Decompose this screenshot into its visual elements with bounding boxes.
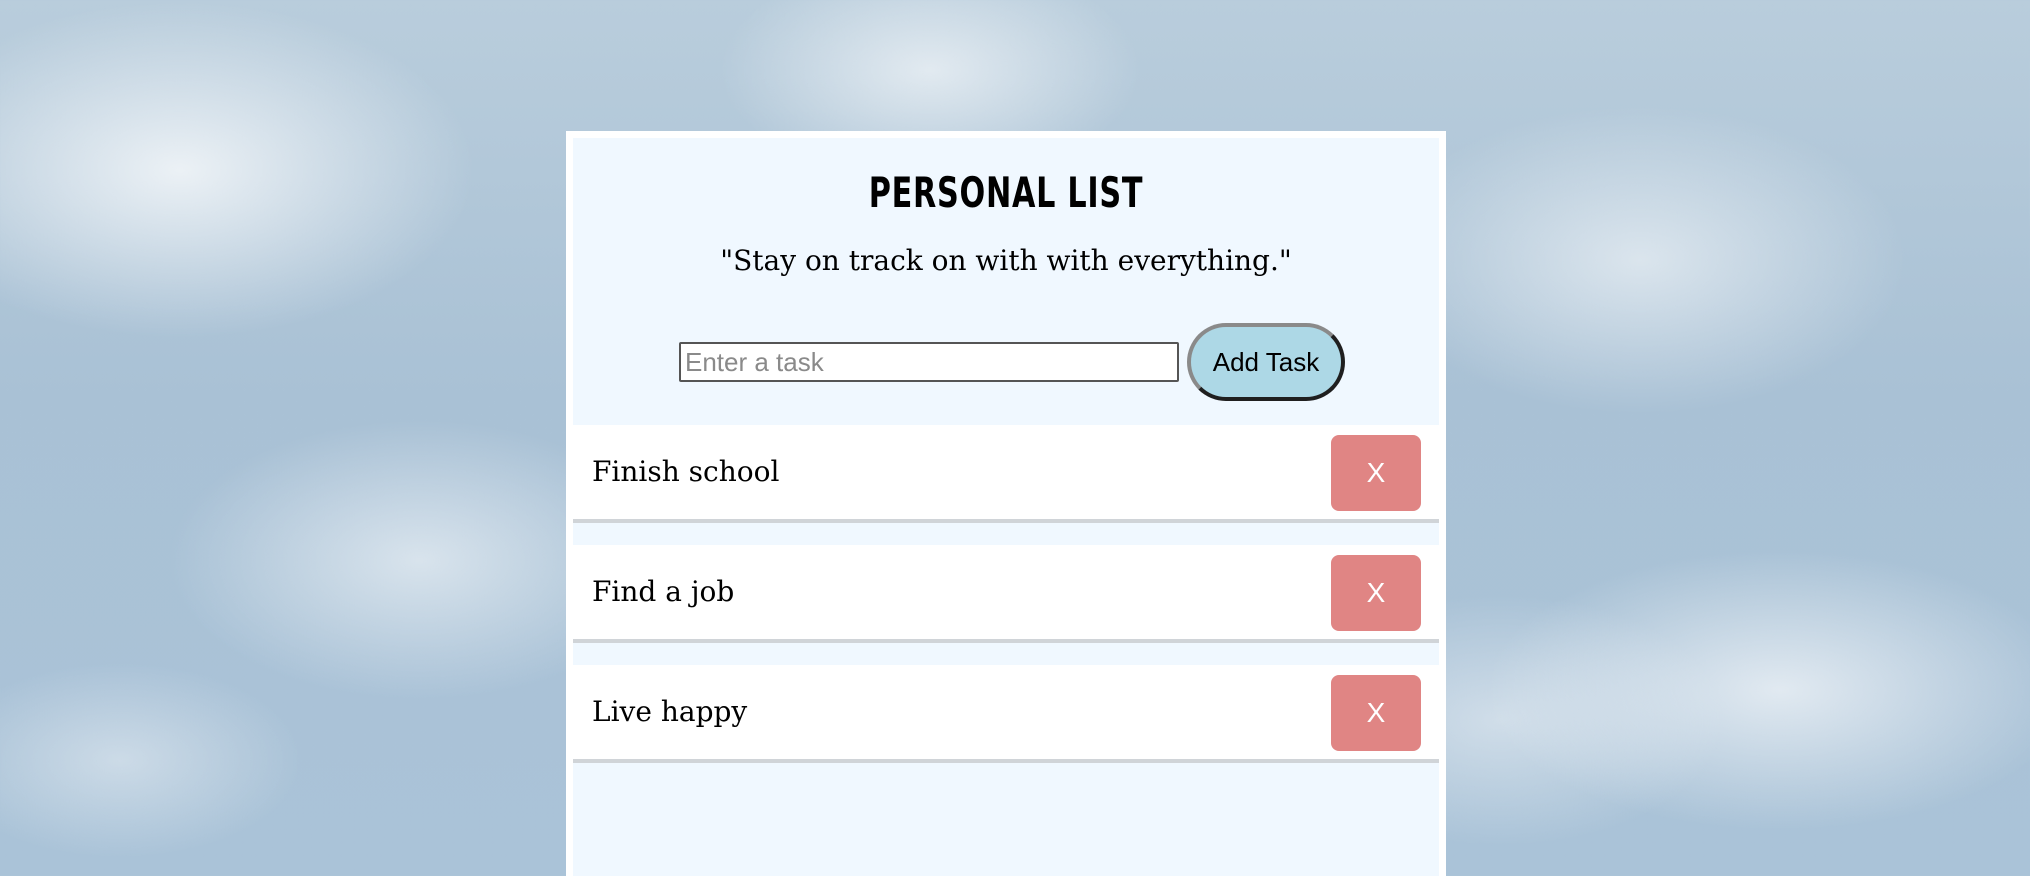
delete-task-button[interactable]: X [1331, 435, 1421, 511]
delete-task-button[interactable]: X [1331, 675, 1421, 751]
task-input[interactable] [679, 342, 1179, 382]
add-task-button[interactable]: Add Task [1187, 323, 1345, 401]
task-label: Live happy [592, 695, 748, 728]
task-label: Find a job [592, 575, 735, 608]
task-item: Find a job X [573, 545, 1439, 643]
page-subtitle: "Stay on track on with with everything." [720, 244, 1292, 277]
task-list: Finish school X Find a job X Live happy … [573, 425, 1439, 785]
task-item: Finish school X [573, 425, 1439, 523]
task-item: Live happy X [573, 665, 1439, 763]
page-title: PERSONAL LIST [868, 168, 1144, 217]
todo-card: PERSONAL LIST "Stay on track on with wit… [566, 131, 1446, 876]
task-label: Finish school [592, 455, 780, 488]
delete-task-button[interactable]: X [1331, 555, 1421, 631]
